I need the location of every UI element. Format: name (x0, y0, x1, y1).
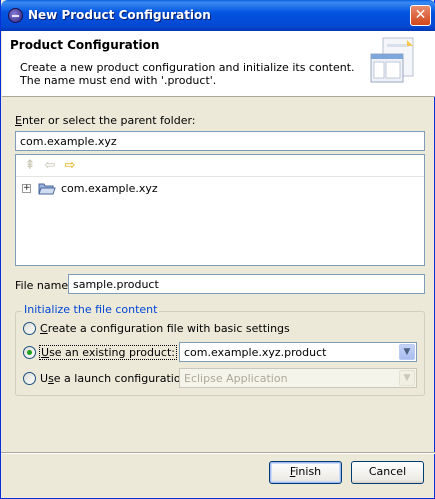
radio-button[interactable] (23, 372, 36, 385)
description-line-2: The name must end with '.product'. (20, 74, 217, 87)
cancel-button[interactable]: Cancel (351, 461, 424, 484)
radio-button[interactable] (23, 322, 36, 335)
back-arrow-icon[interactable]: ⇦ (42, 158, 58, 174)
launch-configuration-select[interactable]: Eclipse Application ▼ (179, 368, 417, 388)
expand-icon[interactable]: + (22, 184, 31, 193)
close-button[interactable]: ✕ (410, 5, 431, 26)
close-icon: ✕ (414, 7, 427, 23)
parent-folder-input[interactable]: com.example.xyz (15, 131, 425, 151)
button-bar-separator (1, 452, 435, 454)
page-title: Product Configuration (10, 38, 160, 52)
chevron-down-icon[interactable]: ▼ (399, 344, 415, 360)
dialog-window: New Product Configuration ✕ Product Conf… (0, 0, 435, 499)
select-value: Eclipse Application (184, 372, 288, 385)
page-description: Create a new product configuration and i… (20, 61, 355, 87)
home-icon[interactable]: ⇞ (22, 158, 38, 174)
window-title: New Product Configuration (28, 8, 211, 22)
radio-label: Create a configuration file with basic s… (40, 322, 290, 335)
group-title: Initialize the file content (22, 303, 160, 316)
file-name-input[interactable]: sample.product (68, 274, 425, 294)
open-folder-icon (38, 183, 56, 195)
title-bar[interactable]: New Product Configuration ✕ (1, 0, 435, 31)
parent-folder-label-text: nter or select the parent folder: (21, 114, 196, 127)
eclipse-icon (8, 8, 23, 23)
parent-folder-label: Enter or select the parent folder: (15, 114, 196, 127)
select-value: com.example.xyz.product (184, 346, 327, 359)
tree-item-label: com.example.xyz (61, 182, 158, 195)
wizard-banner-icon (370, 37, 414, 83)
radio-label: Use a launch configuration: (40, 372, 192, 385)
folder-tree[interactable]: ⇞ ⇦ ⇨ + com.example.xyz (15, 154, 425, 266)
chevron-down-icon: ▼ (399, 370, 415, 386)
forward-arrow-icon[interactable]: ⇨ (62, 158, 78, 174)
description-line-1: Create a new product configuration and i… (20, 61, 355, 74)
existing-product-select[interactable]: com.example.xyz.product ▼ (179, 342, 417, 362)
tree-toolbar: ⇞ ⇦ ⇨ (16, 155, 424, 177)
wizard-header: Product Configuration Create a new produ… (2, 31, 435, 97)
radio-button-checked[interactable] (23, 346, 36, 359)
finish-button[interactable]: Finish (269, 461, 342, 484)
radio-label: Use an existing product: (39, 345, 177, 360)
file-name-label: File name: (15, 279, 72, 292)
